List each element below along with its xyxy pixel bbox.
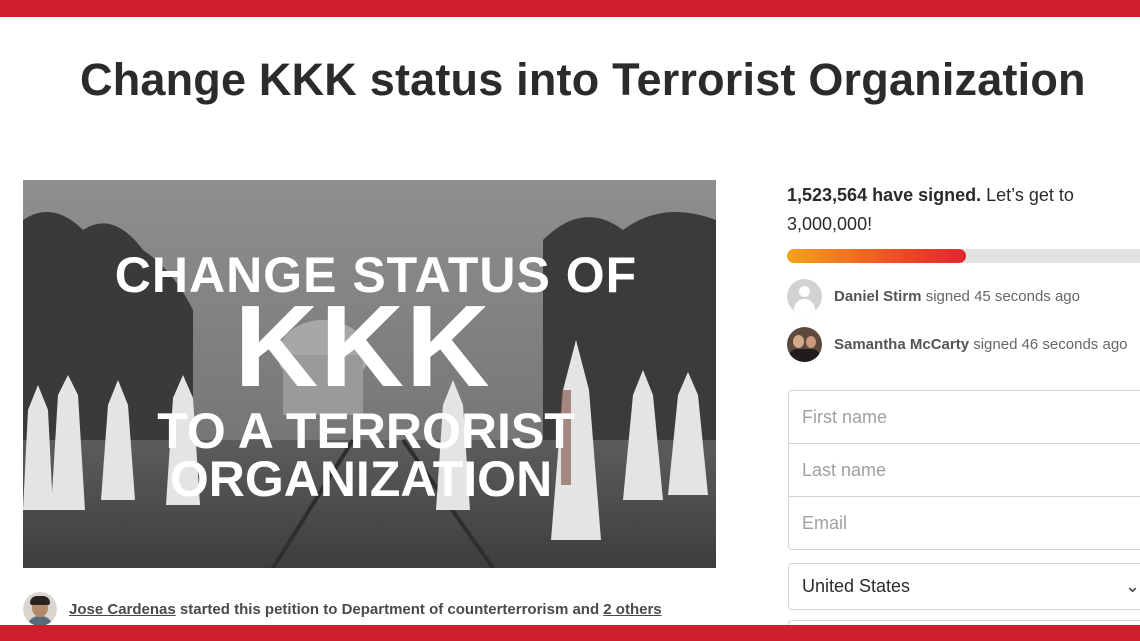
bottom-brand-bar: [0, 625, 1140, 641]
image-overlay-text: CHANGE STATUS OF KKK TO A TERRORIST ORGA…: [23, 180, 716, 568]
signed-count-text: 1,523,564 have signed.: [787, 185, 982, 205]
first-name-input[interactable]: First name: [788, 390, 1140, 444]
country-value: United States: [802, 576, 911, 596]
petition-title: Change KKK status into Terrorist Organiz…: [80, 54, 1086, 105]
country-select[interactable]: United States ⌄: [788, 563, 1140, 610]
others-link[interactable]: 2 others: [603, 601, 661, 618]
signer-name: Daniel Stirm: [834, 287, 922, 305]
image-text-line-2: KKK: [234, 281, 492, 411]
creator-name-link[interactable]: Jose Cardenas: [69, 601, 176, 618]
chevron-down-icon: ⌄: [1125, 576, 1140, 596]
recent-signer: Daniel Stirm signed 45 seconds ago: [787, 278, 1080, 314]
image-text-line-4: ORGANIZATION: [169, 451, 553, 507]
progress-fill: [787, 249, 967, 263]
photo-avatar: [787, 326, 822, 362]
petition-image: CHANGE STATUS OF KKK TO A TERRORIST ORGA…: [23, 180, 716, 568]
top-brand-bar: [0, 0, 1140, 17]
creator-line: Jose Cardenas started this petition to D…: [69, 601, 662, 618]
signer-text: Samantha McCarty signed 46 seconds ago: [834, 336, 1128, 353]
signature-count: 1,523,564 have signed. Let’s get to 3,00…: [787, 181, 1127, 239]
creator-action-text: started this petition to Department of c…: [175, 600, 604, 618]
signer-time: signed 45 seconds ago: [921, 287, 1080, 305]
default-avatar-icon: [787, 278, 822, 314]
petition-creator: Jose Cardenas started this petition to D…: [23, 592, 723, 626]
signature-progress-bar: [787, 249, 1140, 263]
signer-text: Daniel Stirm signed 45 seconds ago: [834, 288, 1080, 305]
email-input[interactable]: Email: [788, 496, 1140, 550]
signer-time: signed 46 seconds ago: [969, 335, 1128, 353]
creator-avatar[interactable]: [23, 592, 57, 626]
last-name-input[interactable]: Last name: [788, 443, 1140, 497]
signer-name: Samantha McCarty: [834, 335, 970, 353]
recent-signer: Samantha McCarty signed 46 seconds ago: [787, 326, 1128, 362]
